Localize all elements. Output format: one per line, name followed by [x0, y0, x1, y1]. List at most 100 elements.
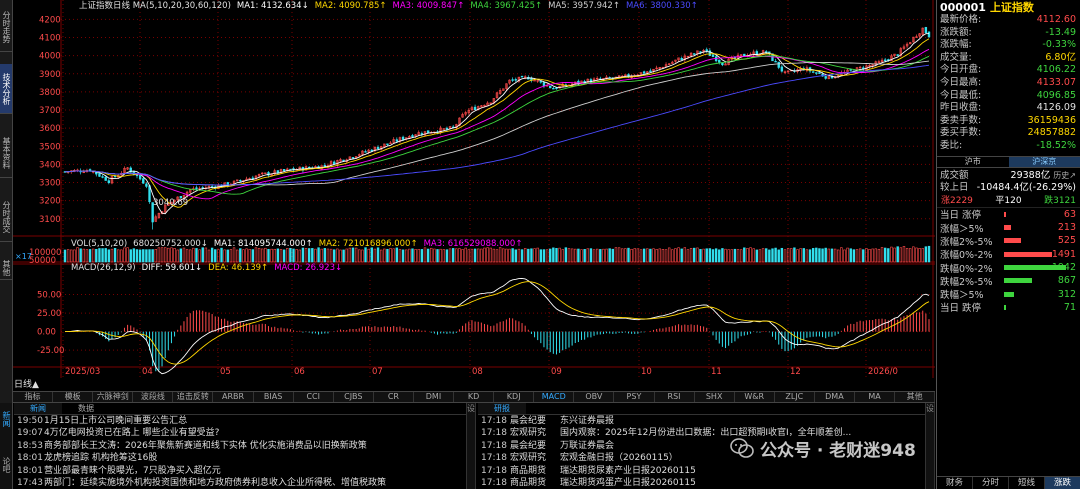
indicator-tab[interactable]: SHX: [695, 392, 735, 402]
candle-body: [542, 82, 546, 87]
candle-body: [376, 146, 380, 150]
volume-bar: [502, 248, 505, 263]
quote-row: 最新价格: 4112.60: [937, 14, 1080, 27]
indicator-tab[interactable]: CJBS: [334, 392, 374, 402]
volume-bar: [167, 247, 170, 263]
news-title[interactable]: 商务部部长王文涛：2026年聚焦新赛道和线下实体 优化实施消费品以旧换新政策: [40, 440, 367, 452]
indicator-tab[interactable]: 六脉神剑: [93, 392, 134, 402]
quote-row: 今日最低: 4096.85: [937, 90, 1080, 103]
volume-bar: [661, 249, 665, 263]
research-title[interactable]: 瑞达期货鸡蛋产业日报20260115: [560, 477, 696, 489]
ma-line: [65, 38, 930, 208]
research-category: 晨会纪要: [510, 416, 547, 426]
indicator-tab[interactable]: MA: [855, 392, 896, 402]
kline-chart[interactable]: 4200 4100 4000 3900 3800 3700 3600 3500 3400 3300…: [13, 0, 935, 378]
research-item[interactable]: 17:18 商品期货 瑞达期货鸡蛋产业日报20260115: [478, 477, 926, 489]
volume-bar: [786, 248, 790, 263]
history-link[interactable]: 历史↗: [1053, 171, 1076, 180]
news-item[interactable]: 18:01 营业部最青睐个股曝光，7只股净买入超亿元: [14, 465, 466, 477]
news-title[interactable]: 龙虎榜追踪 机构抢筹这16股: [40, 452, 157, 464]
volume-bar: [242, 249, 245, 263]
indicator-tab[interactable]: BIAS: [254, 392, 294, 402]
tab-intraday[interactable]: 分时走势: [0, 2, 12, 52]
period-indicator[interactable]: 日线▲: [13, 379, 93, 391]
news-settings-button[interactable]: 设: [466, 403, 476, 489]
volume-bar: [107, 249, 111, 263]
indicator-tab[interactable]: DMA: [815, 392, 855, 402]
news-item[interactable]: 19:07 4万亿电网投资已在路上 哪些企业有望受益?: [14, 427, 466, 439]
indicator-tab[interactable]: KD: [454, 392, 495, 402]
watermark-text: 公众号 · 老财迷948: [760, 440, 916, 461]
tab-technical[interactable]: 技术分析: [0, 64, 12, 114]
volume-bar: [442, 249, 445, 263]
bottom-tab[interactable]: 财务: [937, 477, 973, 489]
news-title[interactable]: 两部门：延续实施境外机构投资国债和地方政府债券利息收入企业所得税、增值税政策: [40, 477, 386, 489]
bottom-tab[interactable]: 涨跌: [1045, 477, 1080, 489]
research-title[interactable]: 瑞达期货尿素产业日报20260115: [560, 465, 696, 477]
news-item[interactable]: 18:53 商务部部长王文涛：2026年聚焦新赛道和线下实体 优化实施消费品以旧换…: [14, 440, 466, 452]
volume-bar: [758, 249, 762, 263]
tab-research[interactable]: 研报: [478, 403, 526, 414]
volume-bar: [824, 247, 827, 263]
volume-legend: VOL(5,10,20) 680250752.000↓ MA1: 814095744…: [71, 239, 522, 249]
month-tick-label: 2025/03: [65, 367, 100, 377]
indicator-tab[interactable]: RSI: [655, 392, 695, 402]
research-title[interactable]: 万联证券晨会: [560, 440, 614, 452]
indicator-tab[interactable]: 追击反转: [173, 392, 214, 402]
news-title[interactable]: 4万亿电网投资已在路上 哪些企业有望受益?: [40, 427, 219, 439]
bottom-tab[interactable]: 分时: [973, 477, 1009, 489]
tab-news[interactable]: 新闻: [0, 407, 12, 431]
news-title[interactable]: 1月15日上市公司晚间重要公告汇总: [40, 415, 187, 427]
candle-body: [539, 81, 543, 83]
research-time: 17:18: [481, 453, 507, 464]
indicator-tab[interactable]: ARBR: [213, 392, 254, 402]
volume-bar: [251, 249, 255, 263]
news-time: 18:01: [17, 453, 43, 464]
indicator-tab[interactable]: PSY: [614, 392, 655, 402]
chart-grid: [13, 0, 935, 378]
indicator-tab[interactable]: OBV: [574, 392, 615, 402]
volume-bar: [639, 249, 643, 263]
indicator-tab[interactable]: MACD: [534, 392, 575, 402]
indicator-tab[interactable]: CR: [374, 392, 414, 402]
volume-bar: [646, 248, 649, 263]
volume-bar: [862, 249, 865, 263]
tab-forum[interactable]: 论吧: [0, 453, 12, 477]
tab-other[interactable]: 其他: [0, 256, 12, 280]
news-item[interactable]: 17:43 两部门：延续实施境外机构投资国债和地方政府债券利息收入企业所得税、增值…: [14, 477, 466, 489]
research-title[interactable]: 东兴证券晨报: [560, 415, 614, 427]
volume-bar: [470, 248, 474, 263]
distribution-row: 涨幅＞5% 213: [937, 221, 1080, 235]
volume-bar: [561, 249, 564, 263]
month-tick-label: 04: [142, 367, 153, 377]
research-item[interactable]: 17:18 晨会纪要 东兴证券晨报: [478, 415, 926, 427]
news-title[interactable]: 营业部最青睐个股曝光，7只股净买入超亿元: [40, 465, 221, 477]
bottom-tab[interactable]: 短线: [1009, 477, 1045, 489]
indicator-tab[interactable]: W&R: [735, 392, 775, 402]
volume-bar: [138, 249, 142, 263]
indicator-tab[interactable]: 指标: [13, 392, 54, 402]
tab-news-list[interactable]: 新闻: [14, 403, 62, 414]
tab-data-list[interactable]: 数据: [62, 403, 110, 414]
indicator-tab[interactable]: 波段线: [133, 392, 174, 402]
tab-all-market[interactable]: 沪深京: [1008, 156, 1080, 167]
quote-label: 委卖手数:: [940, 114, 982, 126]
indicator-tab[interactable]: KDJ: [494, 392, 535, 402]
research-category: 宏观研究: [510, 428, 547, 439]
news-item[interactable]: 19:50 1月15日上市公司晚间重要公告汇总: [14, 415, 466, 427]
volume-bar: [135, 249, 139, 263]
indicator-tab[interactable]: 其他: [895, 392, 936, 402]
research-item[interactable]: 17:18 商品期货 瑞达期货尿素产业日报20260115: [478, 465, 926, 477]
volume-bar: [323, 248, 327, 263]
indicator-tab[interactable]: 模板: [53, 392, 94, 402]
indicator-tab[interactable]: DMI: [414, 392, 455, 402]
indicator-tab[interactable]: CCI: [294, 392, 334, 402]
turnover-value: 29388亿: [1010, 169, 1051, 181]
tab-sh-market[interactable]: 沪市: [937, 157, 1009, 167]
tab-intraday-trades[interactable]: 分时成交: [0, 192, 12, 242]
volume-bar: [261, 248, 264, 263]
tab-fundamentals[interactable]: 基本资料: [0, 128, 12, 178]
news-item[interactable]: 18:01 龙虎榜追踪 机构抢筹这16股: [14, 452, 466, 464]
research-title[interactable]: 宏观金融日报（20260115）: [560, 452, 678, 464]
indicator-tab[interactable]: ZLJC: [775, 392, 815, 402]
